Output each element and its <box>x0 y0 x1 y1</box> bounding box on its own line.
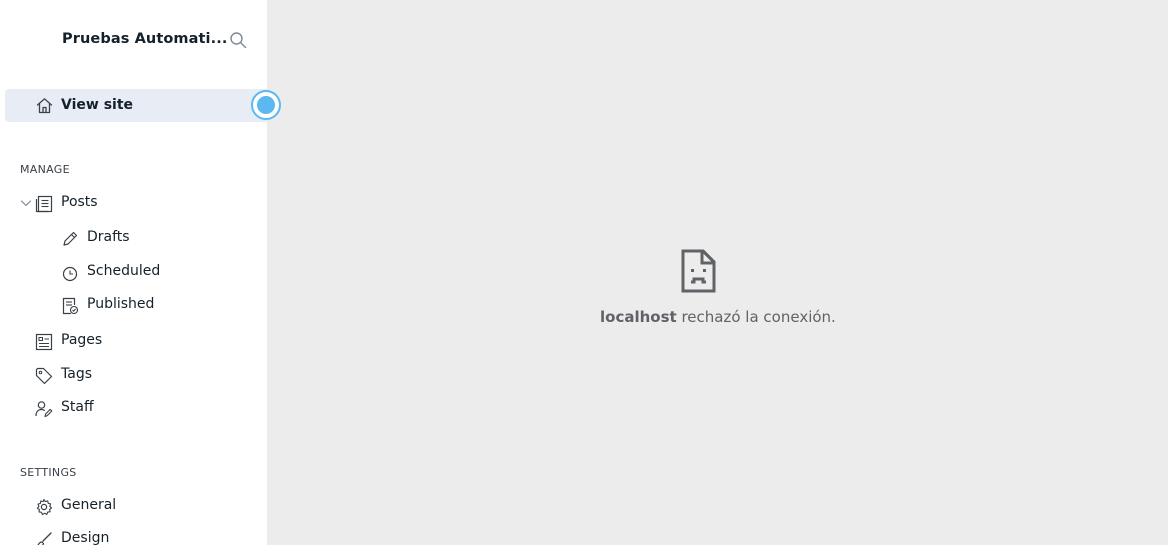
sidebar-item-label: Staff <box>61 399 94 415</box>
sidebar-item-label: Posts <box>61 194 98 210</box>
sidebar-item-tags[interactable]: Tags <box>35 365 255 387</box>
main-content: localhost rechazó la conexión. <box>267 0 1168 545</box>
error-description: rechazó la conexión. <box>681 308 836 326</box>
sidebar-item-posts[interactable]: Posts <box>35 193 255 215</box>
published-icon <box>62 297 79 315</box>
search-icon[interactable] <box>229 31 247 49</box>
pages-icon <box>35 333 53 351</box>
chevron-down-icon[interactable] <box>20 197 32 209</box>
sidebar-item-staff[interactable]: Staff <box>35 398 255 420</box>
sidebar: Pruebas Automati... View site MANAGE Pos… <box>0 0 267 545</box>
sidebar-item-label: Design <box>61 530 110 545</box>
sad-page-icon <box>681 249 716 293</box>
brush-icon <box>37 532 52 545</box>
view-site-nav-item[interactable]: View site <box>5 89 267 122</box>
site-title[interactable]: Pruebas Automati... <box>62 31 227 47</box>
sidebar-item-label: General <box>61 497 117 513</box>
sidebar-item-drafts[interactable]: Drafts <box>61 228 251 250</box>
home-icon <box>36 98 53 114</box>
sidebar-item-published[interactable]: Published <box>61 295 251 317</box>
settings-section-title: SETTINGS <box>20 466 77 479</box>
staff-icon <box>35 401 53 418</box>
sidebar-item-design[interactable]: Design <box>35 529 255 545</box>
sidebar-item-label: Pages <box>61 332 103 348</box>
sidebar-item-label: Tags <box>61 366 92 382</box>
sidebar-item-scheduled[interactable]: Scheduled <box>61 262 251 284</box>
pencil-icon <box>63 231 78 246</box>
manage-section-title: MANAGE <box>20 163 70 176</box>
sidebar-item-pages[interactable]: Pages <box>35 331 255 353</box>
view-site-label: View site <box>61 97 134 113</box>
clock-icon <box>62 266 78 282</box>
sidebar-item-general[interactable]: General <box>35 496 255 518</box>
tag-icon <box>35 367 53 385</box>
sidebar-item-label: Published <box>87 296 155 312</box>
posts-icon <box>35 195 53 213</box>
error-host: localhost <box>600 308 677 326</box>
sidebar-item-label: Scheduled <box>87 263 161 279</box>
error-message: localhost rechazó la conexión. <box>600 308 836 326</box>
gear-icon <box>36 498 53 516</box>
sidebar-item-label: Drafts <box>87 229 130 245</box>
